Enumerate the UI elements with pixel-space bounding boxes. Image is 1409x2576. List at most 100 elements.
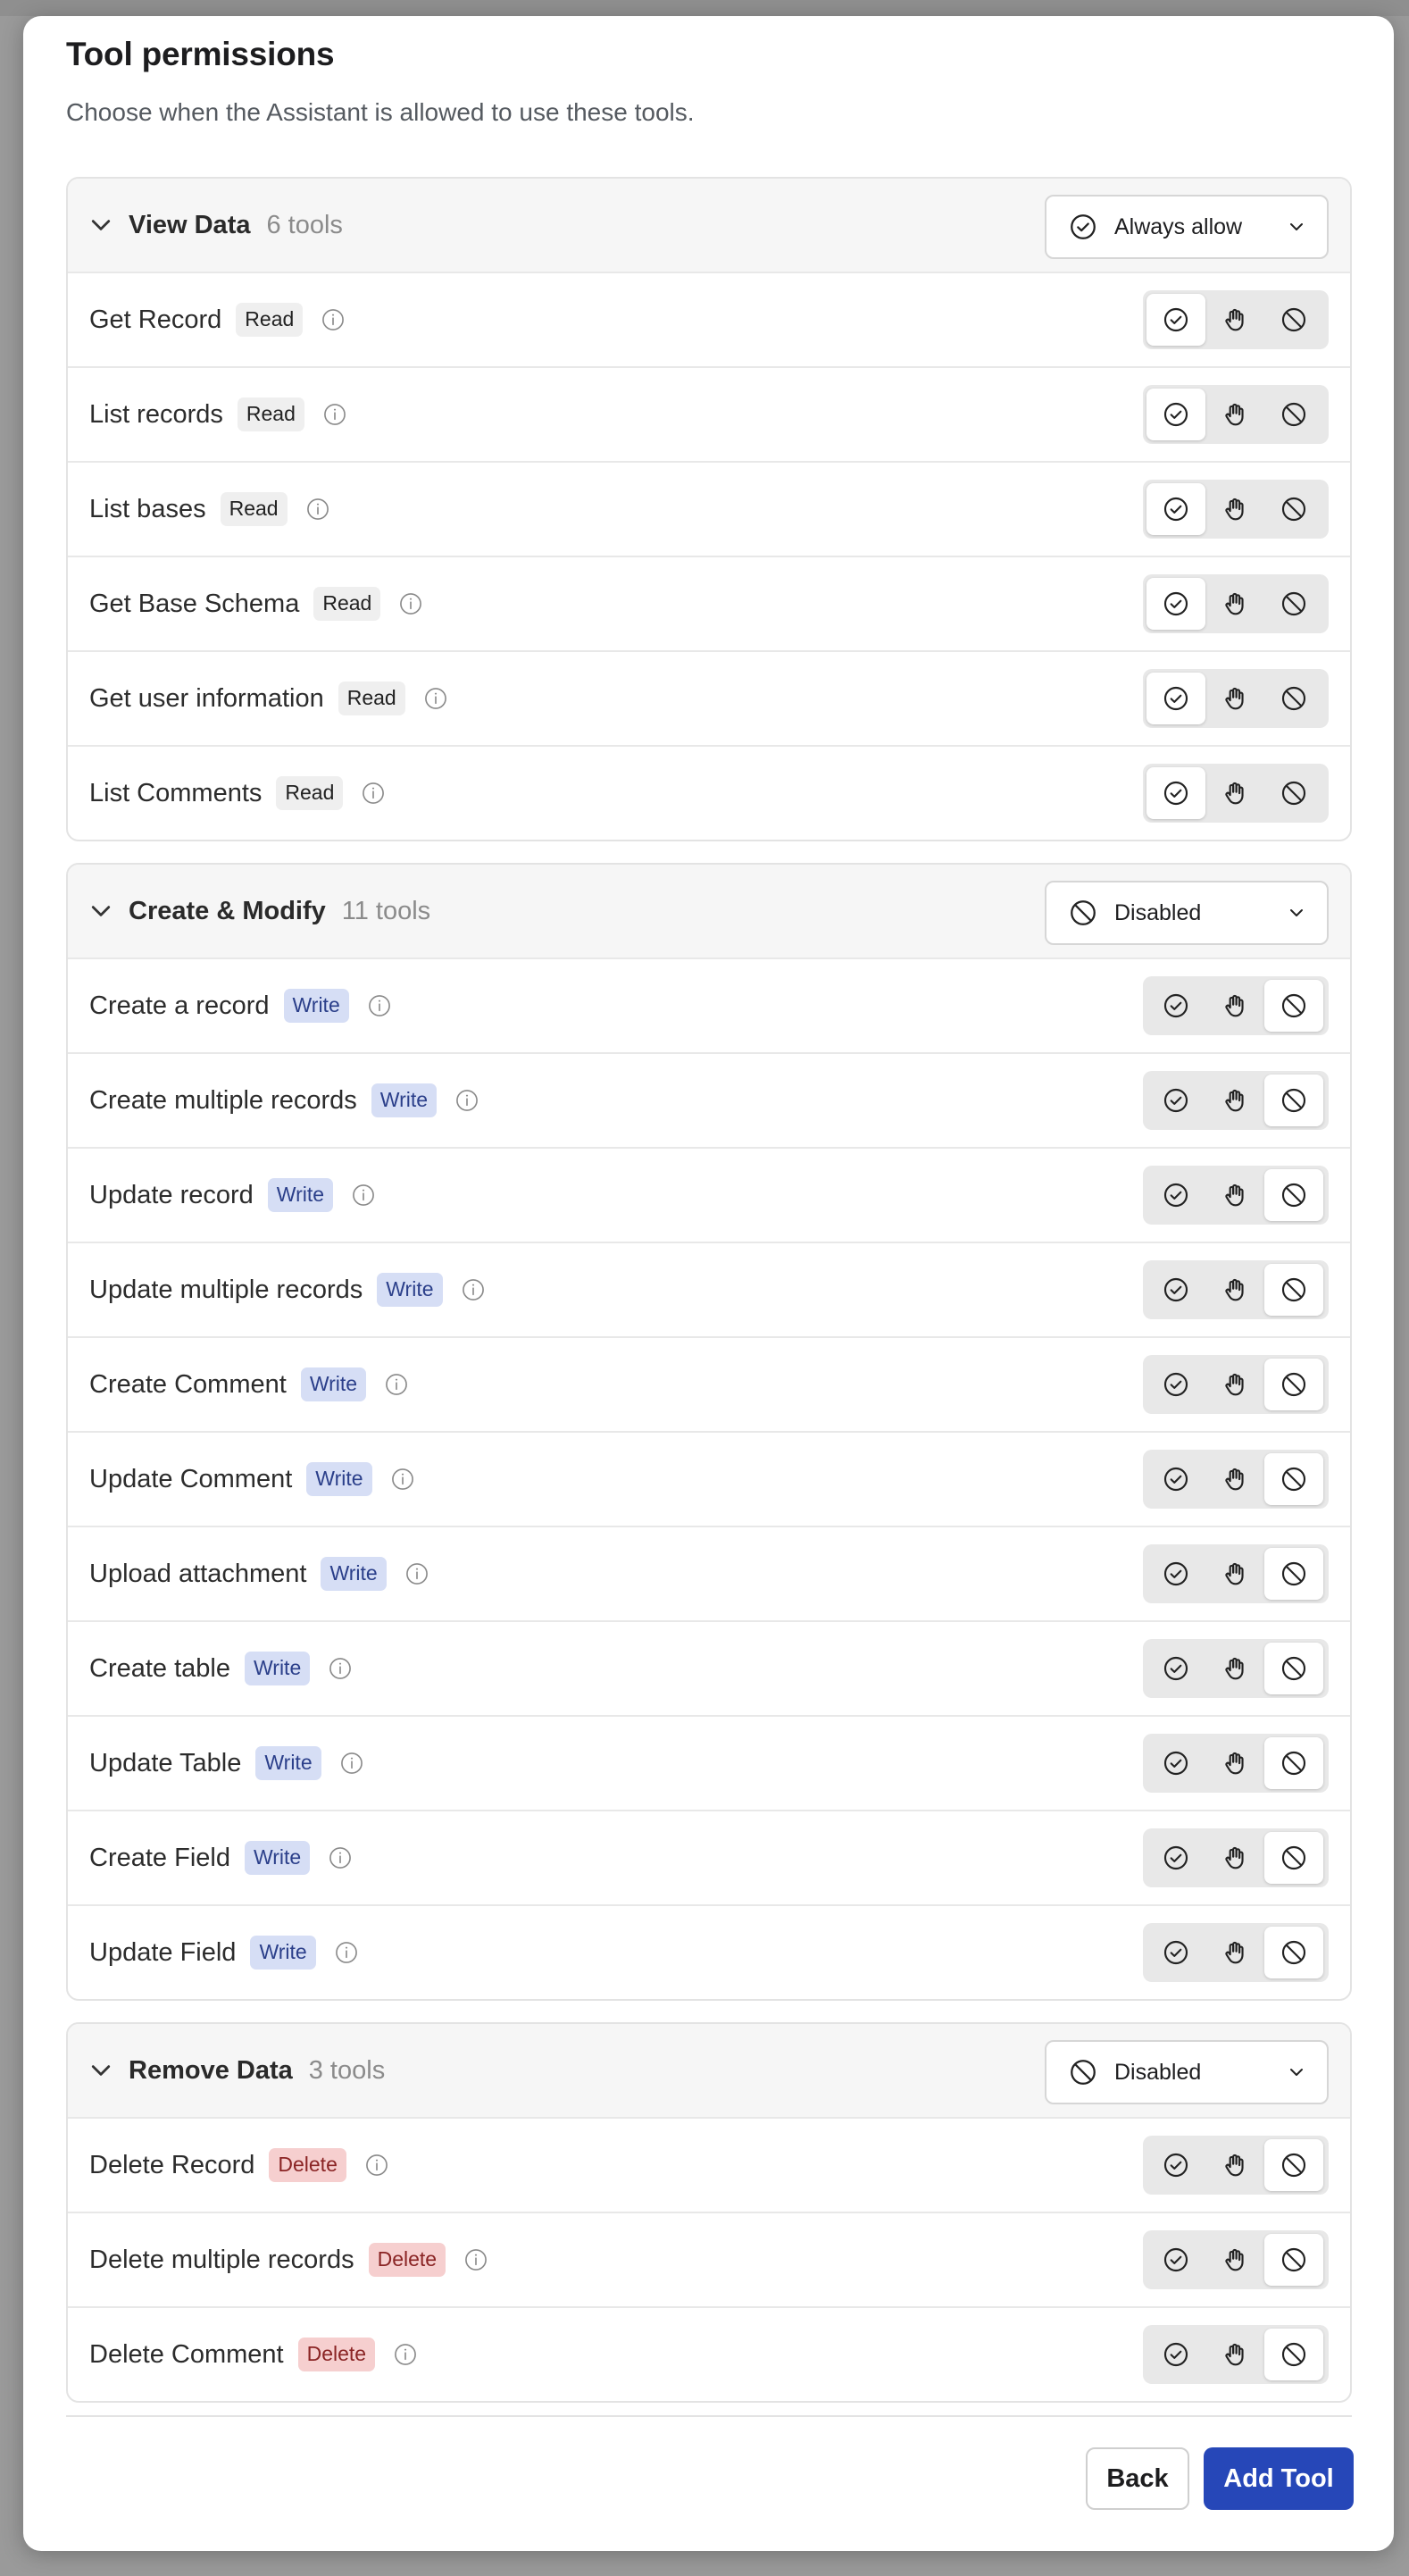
disabled-ban-icon[interactable] [1264,1453,1323,1505]
disabled-ban-icon[interactable] [1264,1737,1323,1789]
ask-hand-icon[interactable] [1205,1643,1264,1694]
group-header[interactable]: View Data 6 tools Always allow [68,179,1350,272]
info-icon[interactable] [321,307,346,332]
disabled-ban-icon[interactable] [1264,1548,1323,1600]
disabled-ban-icon[interactable] [1264,483,1323,535]
disabled-ban-icon[interactable] [1264,1264,1323,1316]
group-policy-select[interactable]: Always allow [1045,195,1329,259]
check-circle-icon [1068,212,1098,242]
tool-name: Get Base Schema [89,589,300,618]
back-button[interactable]: Back [1086,2447,1189,2510]
info-icon[interactable] [404,1561,429,1586]
info-icon[interactable] [384,1372,409,1397]
always-allow-icon[interactable] [1146,1453,1205,1505]
always-allow-icon[interactable] [1146,1548,1205,1600]
always-allow-icon[interactable] [1146,294,1205,346]
disabled-ban-icon[interactable] [1264,2139,1323,2191]
disabled-ban-icon[interactable] [1264,2329,1323,2380]
info-icon[interactable] [305,497,330,522]
ask-hand-icon[interactable] [1205,1737,1264,1789]
disabled-ban-icon[interactable] [1264,1169,1323,1221]
info-icon[interactable] [328,1845,353,1870]
always-allow-icon[interactable] [1146,980,1205,1032]
always-allow-icon[interactable] [1146,389,1205,440]
info-icon[interactable] [328,1656,353,1681]
info-icon[interactable] [454,1088,479,1113]
group-header[interactable]: Create & Modify 11 tools Disabled [68,865,1350,958]
always-allow-icon[interactable] [1146,673,1205,724]
always-allow-icon[interactable] [1146,1359,1205,1410]
always-allow-icon[interactable] [1146,1169,1205,1221]
always-allow-icon[interactable] [1146,1927,1205,1978]
info-icon[interactable] [423,686,448,711]
chevron-down-icon[interactable] [88,2057,114,2084]
info-icon[interactable] [390,1467,415,1492]
group-header[interactable]: Remove Data 3 tools Disabled [68,2024,1350,2117]
group-tool-count: 11 tools [341,896,431,925]
always-allow-icon[interactable] [1146,1832,1205,1884]
ask-hand-icon[interactable] [1205,2329,1264,2380]
disabled-ban-icon[interactable] [1264,767,1323,819]
info-icon[interactable] [361,781,386,806]
always-allow-icon[interactable] [1146,2329,1205,2380]
disabled-ban-icon[interactable] [1264,1359,1323,1410]
disabled-ban-icon[interactable] [1264,1927,1323,1978]
ask-hand-icon[interactable] [1205,2139,1264,2191]
group-policy-select[interactable]: Disabled [1045,881,1329,945]
info-icon[interactable] [393,2342,418,2367]
always-allow-icon[interactable] [1146,483,1205,535]
always-allow-icon[interactable] [1146,1264,1205,1316]
disabled-ban-icon[interactable] [1264,1075,1323,1126]
ask-hand-icon[interactable] [1205,1453,1264,1505]
tool-name: Create Field [89,1843,230,1872]
ask-hand-icon[interactable] [1205,1075,1264,1126]
ask-hand-icon[interactable] [1205,389,1264,440]
info-icon[interactable] [339,1751,364,1776]
chevron-down-icon[interactable] [88,898,114,924]
always-allow-icon[interactable] [1146,1737,1205,1789]
info-icon[interactable] [364,2153,389,2178]
ask-hand-icon[interactable] [1205,980,1264,1032]
info-icon[interactable] [463,2247,488,2272]
ask-hand-icon[interactable] [1205,483,1264,535]
ask-hand-icon[interactable] [1205,578,1264,630]
info-icon[interactable] [367,993,392,1018]
disabled-ban-icon[interactable] [1264,578,1323,630]
ask-hand-icon[interactable] [1205,673,1264,724]
info-icon[interactable] [398,591,423,616]
ask-hand-icon[interactable] [1205,1927,1264,1978]
permission-toggle [1143,1639,1329,1698]
group-policy-select[interactable]: Disabled [1045,2040,1329,2104]
disabled-ban-icon[interactable] [1264,294,1323,346]
always-allow-icon[interactable] [1146,1643,1205,1694]
info-icon[interactable] [461,1277,486,1302]
disabled-ban-icon[interactable] [1264,673,1323,724]
always-allow-icon[interactable] [1146,578,1205,630]
ask-hand-icon[interactable] [1205,1169,1264,1221]
tool-row: Create multiple records Write [68,1052,1350,1147]
disabled-ban-icon[interactable] [1264,389,1323,440]
ask-hand-icon[interactable] [1205,1264,1264,1316]
disabled-ban-icon[interactable] [1264,980,1323,1032]
always-allow-icon[interactable] [1146,767,1205,819]
chevron-down-icon[interactable] [88,212,114,238]
ask-hand-icon[interactable] [1205,2234,1264,2286]
ask-hand-icon[interactable] [1205,767,1264,819]
disabled-ban-icon[interactable] [1264,1643,1323,1694]
always-allow-icon[interactable] [1146,2139,1205,2191]
always-allow-icon[interactable] [1146,1075,1205,1126]
info-icon[interactable] [322,402,347,427]
group-policy-label: Disabled [1114,2059,1202,2085]
tool-name: Update multiple records [89,1275,363,1304]
ask-hand-icon[interactable] [1205,1548,1264,1600]
always-allow-icon[interactable] [1146,2234,1205,2286]
add-tool-button[interactable]: Add Tool [1204,2447,1354,2510]
ask-hand-icon[interactable] [1205,294,1264,346]
ask-hand-icon[interactable] [1205,1832,1264,1884]
info-icon[interactable] [351,1183,376,1208]
modal-subtitle: Choose when the Assistant is allowed to … [66,98,695,126]
disabled-ban-icon[interactable] [1264,1832,1323,1884]
disabled-ban-icon[interactable] [1264,2234,1323,2286]
info-icon[interactable] [334,1940,359,1965]
ask-hand-icon[interactable] [1205,1359,1264,1410]
